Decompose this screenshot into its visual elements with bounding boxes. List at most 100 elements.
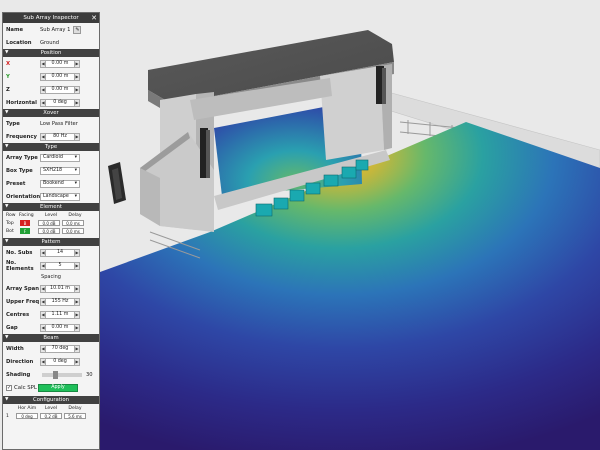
gap-value[interactable]: 0.00 m bbox=[46, 323, 74, 332]
width-row: Width ◀ 70 deg ▶ bbox=[3, 342, 99, 355]
increment-icon[interactable]: ▶ bbox=[74, 98, 80, 107]
box-type-select[interactable]: SXH218 ▾ bbox=[40, 166, 80, 175]
width-stepper[interactable]: ◀ 70 deg ▶ bbox=[40, 344, 80, 353]
horizontal-label: Horizontal bbox=[6, 99, 37, 106]
configuration-section-header[interactable]: ▼ Configuration bbox=[3, 396, 99, 404]
pattern-section-header[interactable]: ▼ Pattern bbox=[3, 238, 99, 246]
increment-icon[interactable]: ▶ bbox=[74, 284, 80, 293]
frequency-stepper[interactable]: ◀ 80 Hz ▶ bbox=[40, 132, 80, 141]
subs-value[interactable]: 14 bbox=[46, 248, 74, 257]
location-row: Location Ground bbox=[3, 36, 99, 49]
upper-freq-label: Upper Freq bbox=[6, 298, 40, 305]
delay-field[interactable]: 0.0 ms bbox=[62, 220, 84, 226]
orientation-select[interactable]: Landscape ▾ bbox=[40, 192, 80, 201]
collapse-triangle-icon[interactable]: ▼ bbox=[5, 49, 8, 57]
collapse-triangle-icon[interactable]: ▼ bbox=[5, 203, 8, 211]
level-field[interactable]: 0.0 dB bbox=[38, 220, 60, 226]
y-label: Y bbox=[6, 73, 10, 80]
y-stepper[interactable]: ◀ 0.00 m ▶ bbox=[40, 72, 80, 81]
span-value[interactable]: 10.01 m bbox=[46, 284, 74, 293]
orientation-value: Landscape bbox=[43, 194, 69, 199]
level-field[interactable]: 0.2 dB bbox=[40, 413, 62, 419]
increment-icon[interactable]: ▶ bbox=[74, 85, 80, 94]
delay-field[interactable]: 0.0 ms bbox=[62, 228, 84, 234]
z-value[interactable]: 0.00 m bbox=[46, 85, 74, 94]
increment-icon[interactable]: ▶ bbox=[74, 261, 80, 270]
upper-freq-value[interactable]: 155 Hz bbox=[46, 297, 74, 306]
calc-spl-checkbox[interactable]: ✓ bbox=[6, 384, 12, 391]
calc-apply-row: ✓ Calc SPL Apply bbox=[3, 381, 99, 394]
element-section-header[interactable]: ▼ Element bbox=[3, 203, 99, 211]
slider-handle[interactable] bbox=[52, 370, 58, 379]
inspector-titlebar: Sub Array Inspector ✕ bbox=[3, 13, 99, 23]
horizontal-value[interactable]: 0 deg bbox=[46, 98, 74, 107]
increment-icon[interactable]: ▶ bbox=[74, 132, 80, 141]
increment-icon[interactable]: ▶ bbox=[74, 72, 80, 81]
shading-value: 30 bbox=[86, 371, 93, 378]
x-stepper[interactable]: ◀ 0.00 m ▶ bbox=[40, 59, 80, 68]
name-label: Name bbox=[6, 26, 24, 33]
beam-section-header[interactable]: ▼ Beam bbox=[3, 334, 99, 342]
horizontal-row: Horizontal ◀ 0 deg ▶ bbox=[3, 96, 99, 109]
preset-select[interactable]: Bookend ▾ bbox=[40, 179, 80, 188]
increment-icon[interactable]: ▶ bbox=[74, 310, 80, 319]
increment-icon[interactable]: ▶ bbox=[74, 297, 80, 306]
edit-pencil-icon[interactable]: ✎ bbox=[73, 25, 82, 34]
collapse-triangle-icon[interactable]: ▼ bbox=[5, 396, 8, 404]
width-value[interactable]: 70 deg bbox=[46, 344, 74, 353]
name-value[interactable]: Sub Array 1 bbox=[40, 27, 70, 33]
centres-stepper[interactable]: ◀ 1.11 m ▶ bbox=[40, 310, 80, 319]
y-value[interactable]: 0.00 m bbox=[46, 72, 74, 81]
elements-row: No. Elements ◀ 5 ▶ bbox=[3, 259, 99, 272]
hor-aim-field[interactable]: 0 deg bbox=[16, 413, 38, 419]
orientation-label: Orientation bbox=[6, 193, 41, 200]
y-row: Y ◀ 0.00 m ▶ bbox=[3, 70, 99, 83]
horizontal-stepper[interactable]: ◀ 0 deg ▶ bbox=[40, 98, 80, 107]
span-stepper[interactable]: ◀ 10.01 m ▶ bbox=[40, 284, 80, 293]
facing-toggle[interactable]: B bbox=[20, 220, 30, 226]
subs-stepper[interactable]: ◀ 14 ▶ bbox=[40, 248, 80, 257]
level-field[interactable]: 0.0 dB bbox=[38, 228, 60, 234]
column-header: Delay bbox=[68, 212, 82, 218]
x-row: X ◀ 0.00 m ▶ bbox=[3, 57, 99, 70]
frequency-value[interactable]: 80 Hz bbox=[46, 132, 74, 141]
type-section-header[interactable]: ▼ Type bbox=[3, 143, 99, 151]
xover-section-header[interactable]: ▼ Xover bbox=[3, 109, 99, 117]
collapse-triangle-icon[interactable]: ▼ bbox=[5, 238, 8, 246]
increment-icon[interactable]: ▶ bbox=[74, 248, 80, 257]
type-title: Type bbox=[44, 144, 58, 150]
collapse-triangle-icon[interactable]: ▼ bbox=[5, 334, 8, 342]
spacing-subheading: Spacing bbox=[41, 274, 61, 280]
direction-stepper[interactable]: ◀ 0 deg ▶ bbox=[40, 357, 80, 366]
direction-value[interactable]: 0 deg bbox=[46, 357, 74, 366]
increment-icon[interactable]: ▶ bbox=[74, 344, 80, 353]
z-stepper[interactable]: ◀ 0.00 m ▶ bbox=[40, 85, 80, 94]
increment-icon[interactable]: ▶ bbox=[74, 59, 80, 68]
increment-icon[interactable]: ▶ bbox=[74, 357, 80, 366]
orientation-row: Orientation Landscape ▾ bbox=[3, 190, 99, 203]
x-value[interactable]: 0.00 m bbox=[46, 59, 74, 68]
preset-value: Bookend bbox=[43, 181, 64, 186]
position-section-header[interactable]: ▼ Position bbox=[3, 49, 99, 57]
column-header: Level bbox=[44, 405, 58, 411]
shading-slider[interactable] bbox=[42, 370, 82, 379]
location-label: Location bbox=[6, 39, 32, 46]
collapse-triangle-icon[interactable]: ▼ bbox=[5, 143, 8, 151]
upper-freq-stepper[interactable]: ◀ 155 Hz ▶ bbox=[40, 297, 80, 306]
gap-stepper[interactable]: ◀ 0.00 m ▶ bbox=[40, 323, 80, 332]
apply-button[interactable]: Apply bbox=[38, 383, 78, 392]
centres-value[interactable]: 1.11 m bbox=[46, 310, 74, 319]
increment-icon[interactable]: ▶ bbox=[74, 323, 80, 332]
collapse-triangle-icon[interactable]: ▼ bbox=[5, 109, 8, 117]
elements-stepper[interactable]: ◀ 5 ▶ bbox=[40, 261, 80, 270]
array-type-select[interactable]: Cardioid ▾ bbox=[40, 153, 80, 162]
beam-title: Beam bbox=[43, 335, 59, 341]
location-value: Ground bbox=[40, 39, 60, 46]
position-title: Position bbox=[40, 50, 62, 56]
elements-value[interactable]: 5 bbox=[46, 261, 74, 270]
close-icon[interactable]: ✕ bbox=[91, 13, 97, 23]
facing-toggle[interactable]: F bbox=[20, 228, 30, 234]
chevron-down-icon: ▾ bbox=[74, 168, 77, 173]
delay-field[interactable]: 5.6 ms bbox=[64, 413, 86, 419]
column-header: Row bbox=[6, 212, 16, 218]
